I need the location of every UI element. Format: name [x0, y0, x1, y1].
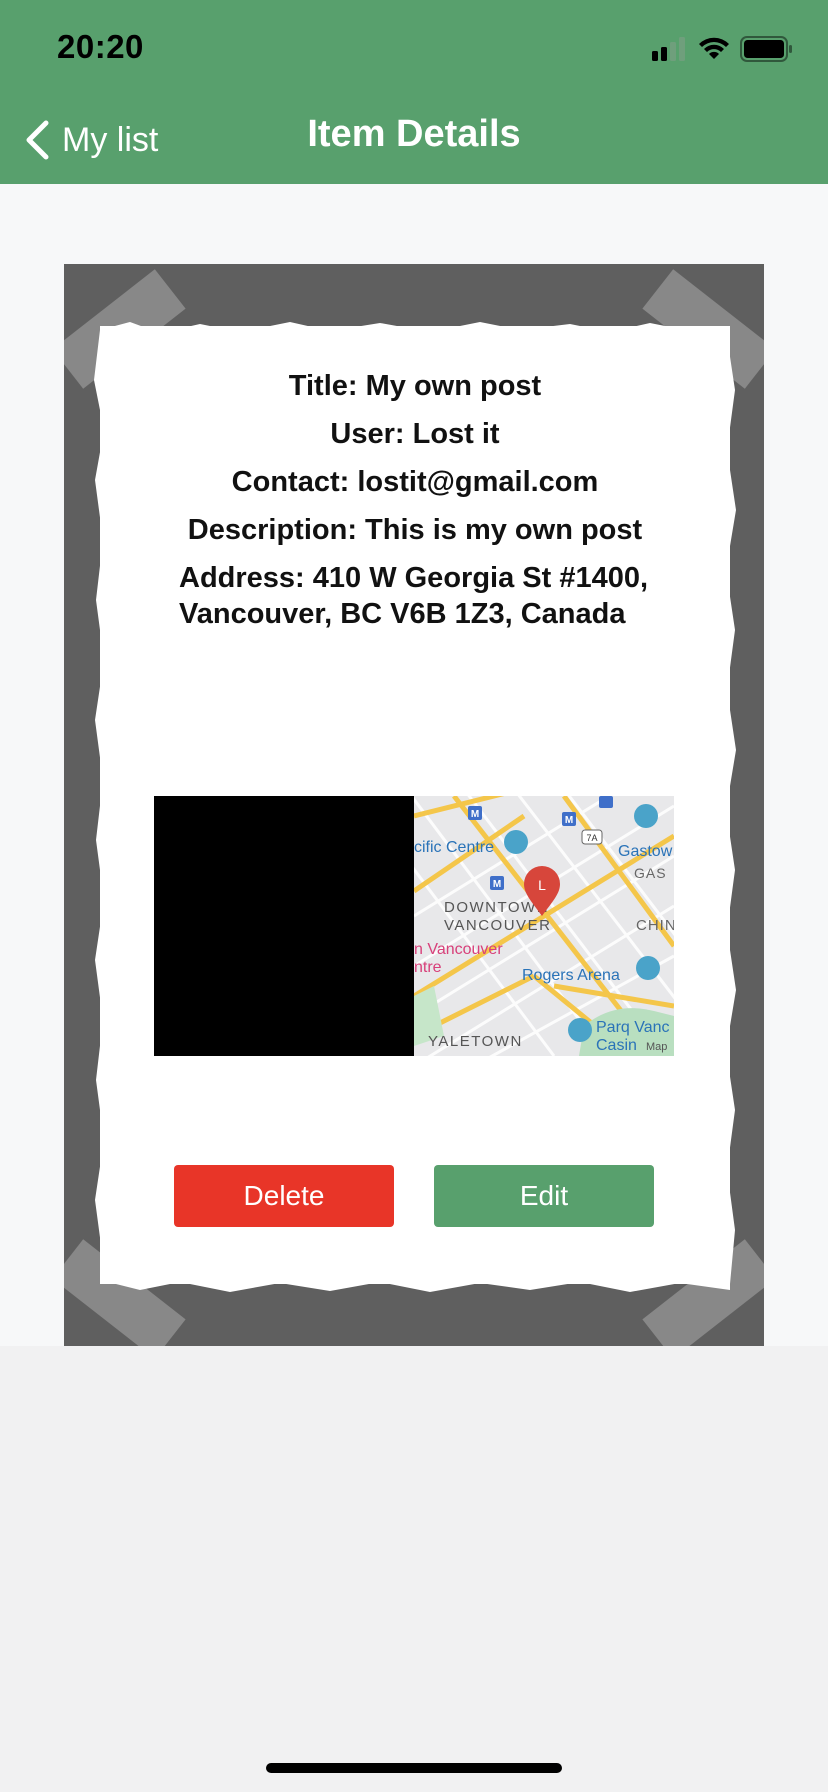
status-icons [652, 34, 794, 64]
status-time: 20:20 [57, 28, 144, 65]
wifi-icon [699, 37, 729, 59]
item-address: Address: 410 W Georgia St #1400, Vancouv… [179, 562, 649, 630]
svg-text:L: L [538, 877, 546, 893]
svg-text:GAS: GAS [634, 865, 667, 881]
home-indicator[interactable] [266, 1763, 562, 1773]
svg-text:CHIN: CHIN [636, 917, 674, 934]
svg-text:M: M [565, 815, 573, 826]
edit-button[interactable]: Edit [434, 1165, 654, 1227]
signal-icon [652, 37, 685, 61]
navigation-header: 20:20 My list Item Details [0, 0, 828, 184]
item-contact: Contact: lostit@gmail.com [231, 466, 599, 498]
svg-text:VANCOUVER: VANCOUVER [444, 917, 551, 934]
delete-button[interactable]: Delete [174, 1165, 394, 1227]
svg-text:YALETOWN: YALETOWN [428, 1033, 523, 1050]
battery-icon [740, 36, 792, 62]
svg-text:n Vancouver: n Vancouver [414, 941, 503, 958]
svg-text:Gastow: Gastow [618, 843, 673, 860]
item-description: Description: This is my own post [187, 514, 643, 546]
svg-text:Parq Vanc: Parq Vanc [596, 1019, 670, 1036]
svg-text:cific Centre: cific Centre [414, 839, 494, 856]
svg-text:7A: 7A [586, 833, 597, 843]
svg-text:Casin: Casin [596, 1037, 637, 1054]
item-location-map[interactable]: M M M 7A cific Centre Gastow GAS DOWNTOW… [414, 796, 674, 1056]
page-title: Item Details [307, 113, 521, 155]
svg-text:M: M [493, 879, 501, 890]
item-user: User: Lost it [330, 418, 500, 450]
item-title: Title: My own post [288, 370, 542, 402]
svg-text:M: M [471, 809, 479, 820]
map-graphic: M M M 7A cific Centre Gastow GAS DOWNTOW… [414, 796, 674, 1056]
item-photo [154, 796, 414, 1056]
svg-text:Map: Map [646, 1041, 667, 1053]
svg-text:Rogers Arena: Rogers Arena [522, 967, 620, 984]
svg-text:ntre: ntre [414, 959, 442, 976]
